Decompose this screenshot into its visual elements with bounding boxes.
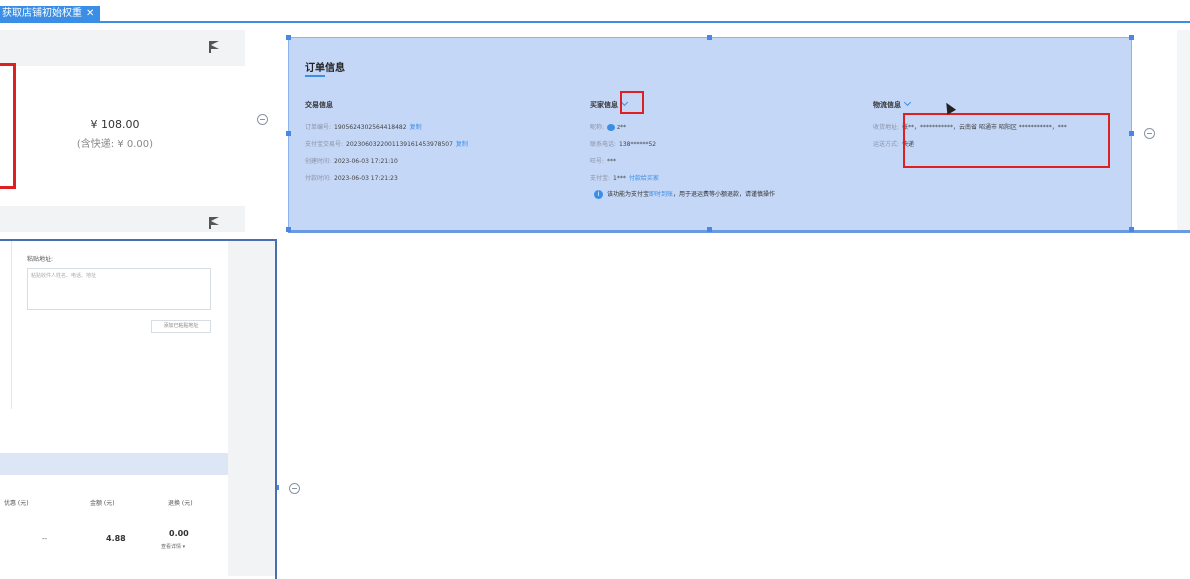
chevron-down-icon[interactable] (903, 98, 912, 107)
info-icon: i (594, 190, 603, 199)
resize-handle[interactable] (707, 227, 712, 232)
right-edge-panel (1177, 30, 1190, 230)
resize-handle[interactable] (1129, 35, 1134, 40)
resize-handle[interactable] (286, 227, 291, 232)
tab-shop-weight[interactable]: 获取店铺初始权重 ✕ (0, 6, 101, 22)
wangwang-row: 旺号: *** (590, 158, 617, 165)
resize-handle[interactable] (1129, 131, 1134, 136)
price-shipping-note: (含快递: ¥ 0.00) (76, 139, 154, 150)
price: ¥ 108.00 (90, 118, 140, 131)
tab-label: 获取店铺初始权重 (2, 8, 82, 19)
panel-left-column (0, 241, 12, 409)
highlight-box-buyer (620, 91, 644, 114)
collapse-icon[interactable] (289, 483, 300, 494)
pay-buyer-link[interactable]: 付款给买家 (629, 175, 659, 182)
flag-icon[interactable] (209, 41, 221, 53)
phone-row: 联系电话: 138******52 (590, 141, 657, 148)
logistics-info-title[interactable]: 物流信息 (873, 98, 912, 110)
copy-link[interactable]: 复制 (456, 141, 468, 148)
alipay-trade-row: 支付宝交易号: 2023060322001139161453978507 复制 (305, 141, 468, 148)
paste-address-placeholder: 粘贴收件人姓名、电话、地址 (31, 273, 97, 279)
nickname-row: 昵称: z** (590, 124, 627, 131)
col-refund: 退换 (元) (168, 500, 193, 507)
selection-border (288, 230, 1190, 233)
add-pasted-address-button[interactable]: 添加已粘贴地址 (151, 320, 211, 333)
resize-handle[interactable] (286, 35, 291, 40)
tab-bar: 获取店铺初始权重 ✕ (0, 0, 1190, 24)
tab-underline (0, 21, 1190, 23)
instant-pay-link[interactable]: 即时到账 (649, 191, 673, 198)
highlight-box-logistics (903, 113, 1110, 168)
refund-notice: i 该功能为支付宝即时到账，用于退运费等小额退款，请谨慎操作 (594, 189, 775, 199)
refund-value: 0.00 (169, 529, 189, 538)
col-amount: 金额 (元) (90, 500, 115, 507)
close-icon[interactable]: ✕ (86, 8, 94, 19)
paid-time-row: 付款时间: 2023-06-03 17:21:23 (305, 175, 398, 182)
order-number-row: 订单编号: 1905624302564418482 复制 (305, 124, 422, 131)
view-detail-link[interactable]: 查看详情 ▾ (161, 543, 185, 550)
wangwang-icon[interactable] (607, 124, 616, 131)
discount-value: -- (42, 535, 48, 543)
copy-link[interactable]: 复制 (410, 124, 422, 131)
col-discount: 优惠 (元) (4, 500, 29, 507)
order-title: 订单信息 (305, 63, 345, 74)
collapse-icon[interactable] (257, 114, 268, 125)
flag-icon[interactable] (209, 217, 221, 229)
paste-address-label: 粘贴地址: (27, 256, 54, 263)
panel-sidebar (228, 241, 275, 576)
resize-handle[interactable] (1129, 227, 1134, 232)
table-header-bar (0, 453, 228, 475)
highlight-box-left (0, 63, 16, 189)
trade-info-title: 交易信息 (305, 101, 333, 109)
title-underline (305, 75, 325, 77)
resize-handle[interactable] (707, 35, 712, 40)
created-time-row: 创建时间: 2023-06-03 17:21:10 (305, 158, 398, 165)
alipay-row: 支付宝: 1*** 付款给买家 (590, 175, 659, 182)
collapse-icon[interactable] (1144, 128, 1155, 139)
amount-value: 4.88 (106, 534, 126, 543)
resize-handle[interactable] (286, 131, 291, 136)
